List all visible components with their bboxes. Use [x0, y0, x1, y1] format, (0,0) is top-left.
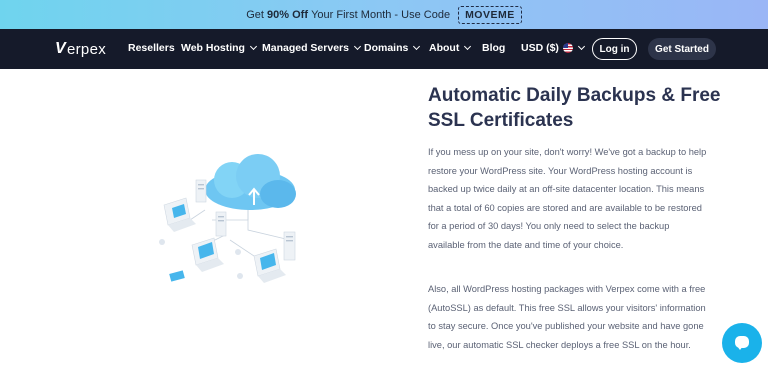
promo-banner: Get 90% Off Your First Month - Use Code … [0, 0, 768, 29]
promo-prefix: Get [246, 8, 264, 21]
nav-item-web-hosting[interactable]: Web Hosting [181, 42, 258, 54]
laptop-icon [163, 197, 286, 283]
nav-item-resellers[interactable]: Resellers [128, 42, 175, 54]
nav-item-about[interactable]: About [429, 42, 472, 54]
nav-item-domains[interactable]: Domains [364, 42, 421, 54]
nav-item-managed-servers[interactable]: Managed Servers [262, 42, 362, 54]
chevron-down-icon [464, 42, 472, 51]
currency-selector[interactable]: USD ($) [521, 42, 585, 54]
logo-text: erpex [66, 40, 107, 58]
promo-highlight: 90% Off [267, 8, 309, 21]
cloud-backup-illustration [159, 154, 296, 283]
chevron-down-icon [577, 42, 585, 51]
nav-item-blog[interactable]: Blog [482, 42, 505, 54]
get-started-button[interactable]: Get Started [648, 38, 716, 60]
chat-icon[interactable] [722, 323, 762, 363]
logo-mark: V [55, 40, 66, 57]
chevron-down-icon [413, 42, 421, 51]
login-button[interactable]: Log in [592, 38, 637, 60]
logo[interactable]: Verpex [55, 40, 106, 58]
promo-code[interactable]: MOVEME [458, 5, 522, 24]
backup-paragraph: If you mess up on your site, don't worry… [428, 147, 707, 250]
chevron-down-icon [249, 42, 258, 51]
section-heading: Automatic Daily Backups & Free SSL Certi… [428, 85, 721, 131]
us-flag-icon [562, 43, 573, 53]
chevron-down-icon [353, 42, 362, 51]
ssl-paragraph: Also, all WordPress hosting packages wit… [428, 284, 706, 350]
promo-suffix: Your First Month - Use Code [311, 8, 451, 21]
